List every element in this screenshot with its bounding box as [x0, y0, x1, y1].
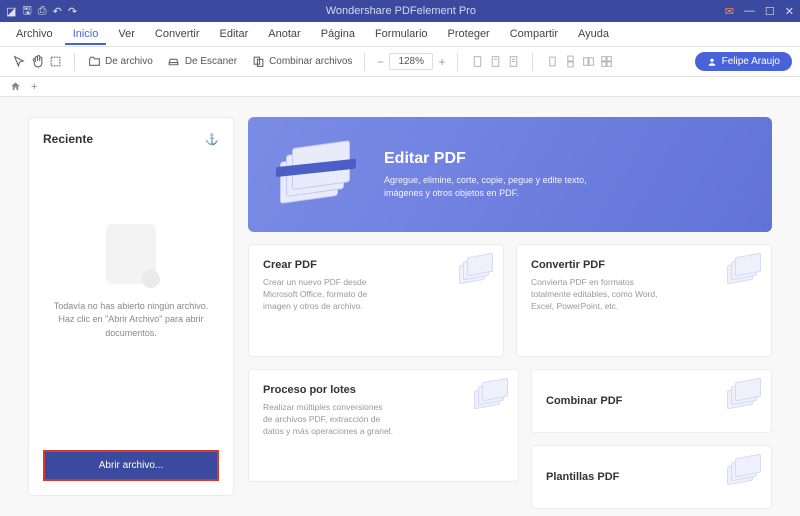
convert-pdf-desc: Convierta PDF en formatos totalmente edi… — [531, 277, 661, 313]
zoom-control: − 128% + — [373, 53, 449, 70]
convert-pdf-card[interactable]: Convertir PDF Convierta PDF en formatos … — [516, 244, 772, 357]
redo-icon[interactable]: ↷ — [68, 5, 77, 18]
open-file-main-button[interactable]: Abrir archivo... — [43, 450, 219, 481]
recent-empty-state: Todavía no has abierto ningún archivo. H… — [43, 154, 219, 450]
toolbar-divider — [532, 53, 533, 71]
view-single-icon[interactable] — [545, 55, 559, 69]
home-content: Reciente ⚓ Todavía no has abierto ningún… — [0, 97, 800, 516]
save-icon[interactable]: 🖫 — [22, 2, 31, 21]
convert-pdf-title: Convertir PDF — [531, 259, 757, 271]
page-fit-icon[interactable] — [488, 55, 502, 69]
zoom-in-icon[interactable]: + — [435, 55, 449, 69]
zoom-out-icon[interactable]: − — [373, 55, 387, 69]
minimize-button[interactable]: — — [744, 5, 755, 17]
view-facing-continuous-icon[interactable] — [599, 55, 613, 69]
hand-icon[interactable] — [30, 55, 44, 69]
pointer-icon[interactable] — [12, 55, 26, 69]
convert-pdf-icon — [725, 255, 761, 283]
create-pdf-title: Crear PDF — [263, 259, 489, 271]
toolbar: De archivo De Escaner Combinar archivos … — [0, 47, 800, 77]
user-icon — [707, 57, 717, 67]
actions-grid: Editar PDF Agregue, elimine, corte, copi… — [248, 117, 772, 496]
combine-files-button[interactable]: Combinar archivos — [247, 52, 356, 72]
page-actual-icon[interactable] — [506, 55, 520, 69]
recent-empty-text: Todavía no has abierto ningún archivo. H… — [47, 300, 215, 341]
batch-process-desc: Realizar múltiples conversiones de archi… — [263, 402, 393, 438]
select-icon[interactable] — [48, 55, 62, 69]
menu-formulario[interactable]: Formulario — [367, 24, 436, 44]
menu-pagina[interactable]: Página — [313, 24, 363, 44]
tabbar: + — [0, 77, 800, 97]
batch-process-icon — [472, 380, 508, 408]
edit-pdf-desc: Agregue, elimine, corte, copie, pegue y … — [384, 174, 614, 199]
create-pdf-icon — [457, 255, 493, 283]
menu-inicio[interactable]: Inicio — [65, 24, 107, 45]
menu-archivo[interactable]: Archivo — [8, 24, 61, 44]
combine-pdf-icon — [725, 380, 761, 408]
close-button[interactable]: ✕ — [785, 5, 794, 18]
recent-title: Reciente — [43, 132, 93, 146]
app-title: Wondershare PDFelement Pro — [77, 5, 725, 17]
titlebar: ◪ 🖫 ⎙ ↶ ↷ Wondershare PDFelement Pro ✉ —… — [0, 0, 800, 22]
menu-anotar[interactable]: Anotar — [260, 24, 308, 44]
open-file-button[interactable]: De archivo — [83, 52, 157, 72]
menu-ayuda[interactable]: Ayuda — [570, 24, 617, 44]
empty-document-icon — [106, 224, 156, 284]
menu-convertir[interactable]: Convertir — [147, 24, 208, 44]
view-facing-icon[interactable] — [581, 55, 595, 69]
toolbar-divider — [364, 53, 365, 71]
toolbar-divider — [74, 53, 75, 71]
menubar: Archivo Inicio Ver Convertir Editar Anot… — [0, 22, 800, 47]
notification-icon[interactable]: ✉ — [725, 5, 734, 18]
folder-icon — [87, 55, 101, 69]
menu-editar[interactable]: Editar — [212, 24, 257, 44]
window-controls: ✉ — ☐ ✕ — [725, 5, 794, 18]
titlebar-left-icons: ◪ 🖫 ⎙ ↶ ↷ — [6, 2, 77, 21]
app-logo-icon: ◪ — [6, 5, 16, 18]
scanner-icon — [167, 55, 181, 69]
zoom-value[interactable]: 128% — [389, 53, 433, 70]
menu-ver[interactable]: Ver — [110, 24, 143, 44]
from-scanner-button[interactable]: De Escaner — [163, 52, 241, 72]
new-tab-button[interactable]: + — [31, 81, 37, 93]
batch-process-card[interactable]: Proceso por lotes Realizar múltiples con… — [248, 369, 519, 482]
pin-icon[interactable]: ⚓ — [205, 133, 219, 146]
create-pdf-desc: Crear un nuevo PDF desde Microsoft Offic… — [263, 277, 393, 313]
edit-pdf-title: Editar PDF — [384, 150, 614, 168]
view-continuous-icon[interactable] — [563, 55, 577, 69]
combine-pdf-card[interactable]: Combinar PDF — [531, 369, 772, 433]
edit-pdf-card[interactable]: Editar PDF Agregue, elimine, corte, copi… — [248, 117, 772, 232]
templates-pdf-card[interactable]: Plantillas PDF — [531, 445, 772, 509]
templates-pdf-icon — [725, 456, 761, 484]
home-tab-icon[interactable] — [10, 81, 21, 92]
user-name: Felipe Araujo — [722, 56, 780, 67]
print-icon[interactable]: ⎙ — [38, 5, 47, 18]
create-pdf-card[interactable]: Crear PDF Crear un nuevo PDF desde Micro… — [248, 244, 504, 357]
edit-pdf-illustration — [270, 135, 360, 215]
open-file-label: De archivo — [105, 56, 153, 67]
combine-files-label: Combinar archivos — [269, 56, 352, 67]
batch-process-title: Proceso por lotes — [263, 384, 504, 396]
menu-proteger[interactable]: Proteger — [440, 24, 498, 44]
toolbar-divider — [457, 53, 458, 71]
from-scanner-label: De Escaner — [185, 56, 237, 67]
menu-compartir[interactable]: Compartir — [502, 24, 566, 44]
maximize-button[interactable]: ☐ — [765, 5, 775, 18]
combine-icon — [251, 55, 265, 69]
user-account-button[interactable]: Felipe Araujo — [695, 52, 792, 71]
undo-icon[interactable]: ↶ — [53, 5, 62, 18]
page-width-icon[interactable] — [470, 55, 484, 69]
recent-panel: Reciente ⚓ Todavía no has abierto ningún… — [28, 117, 234, 496]
